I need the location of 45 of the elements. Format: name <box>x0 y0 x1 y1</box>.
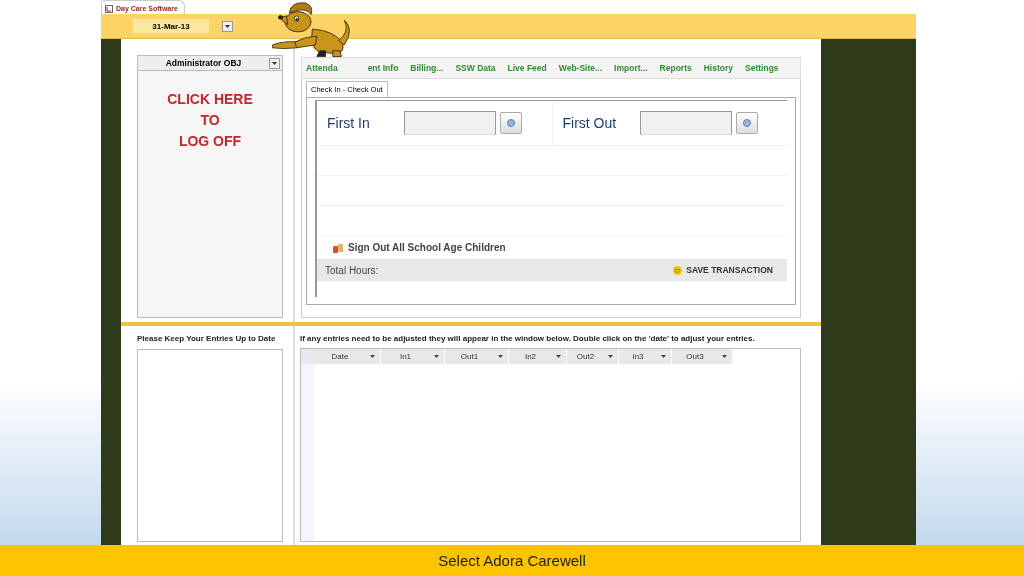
time-picker-button[interactable] <box>500 112 522 134</box>
time-field[interactable] <box>639 111 732 135</box>
caret-icon <box>608 355 613 358</box>
caret-icon <box>225 24 230 28</box>
caret-icon <box>434 355 439 358</box>
nav-tab[interactable]: Reports <box>659 63 692 73</box>
caret-icon <box>272 61 277 65</box>
reminder-label: Please Keep Your Entries Up to Date <box>137 334 277 343</box>
field-label: First Out <box>562 115 618 131</box>
column-header[interactable]: In2 <box>509 349 567 364</box>
date-field[interactable]: 31-Mar-13 <box>133 19 209 33</box>
smiley-icon <box>673 265 683 275</box>
logoff-link[interactable]: CLICK HERE TO LOG OFF <box>138 89 282 152</box>
app-icon <box>105 4 113 13</box>
column-header[interactable]: Out3 <box>672 349 733 364</box>
column-header[interactable]: Out1 <box>445 349 509 364</box>
nav-tab[interactable]: SSW Data <box>455 63 496 73</box>
column-header[interactable]: In1 <box>381 349 445 364</box>
caret-icon <box>498 355 503 358</box>
time-picker-button[interactable] <box>735 112 758 134</box>
nav-tab[interactable]: Live Feed <box>507 63 547 73</box>
caret-icon <box>556 355 561 358</box>
time-field[interactable] <box>404 111 496 135</box>
children-icon <box>333 242 344 253</box>
nav-tab[interactable]: History <box>703 63 734 73</box>
total-hours-label: Total Hours: <box>325 264 379 276</box>
nav-tab[interactable]: Attenda <box>306 63 338 73</box>
caption-bar: Select Adora Carewell <box>0 545 1024 576</box>
save-transaction-button[interactable]: SAVE TRANSACTION <box>673 265 773 275</box>
column-header[interactable]: Out2 <box>567 349 619 364</box>
instruction-text: If any entries need to be adjusted they will appear in the window below. Double click on the 'date' to adjust your entries. <box>300 334 756 343</box>
nav-tab[interactable]: ent Info <box>367 63 399 73</box>
nav-tab[interactable]: Settings <box>745 63 779 73</box>
column-header[interactable]: Date <box>314 349 381 364</box>
column-header[interactable]: In3 <box>619 349 672 364</box>
field-label: First In <box>327 115 371 131</box>
dropdown-button[interactable] <box>222 20 233 32</box>
caret-icon <box>370 355 375 358</box>
caret-icon <box>661 355 666 358</box>
nav-tab[interactable]: Import... <box>614 63 648 73</box>
caret-icon <box>722 355 727 358</box>
sign-out-all-button[interactable]: Sign Out All School Age Children <box>317 236 787 259</box>
user-select[interactable]: Administrator OBJ <box>138 56 282 71</box>
nav-tab[interactable]: Billing... <box>410 63 444 73</box>
nav-tab[interactable]: Web-Site... <box>558 63 603 73</box>
